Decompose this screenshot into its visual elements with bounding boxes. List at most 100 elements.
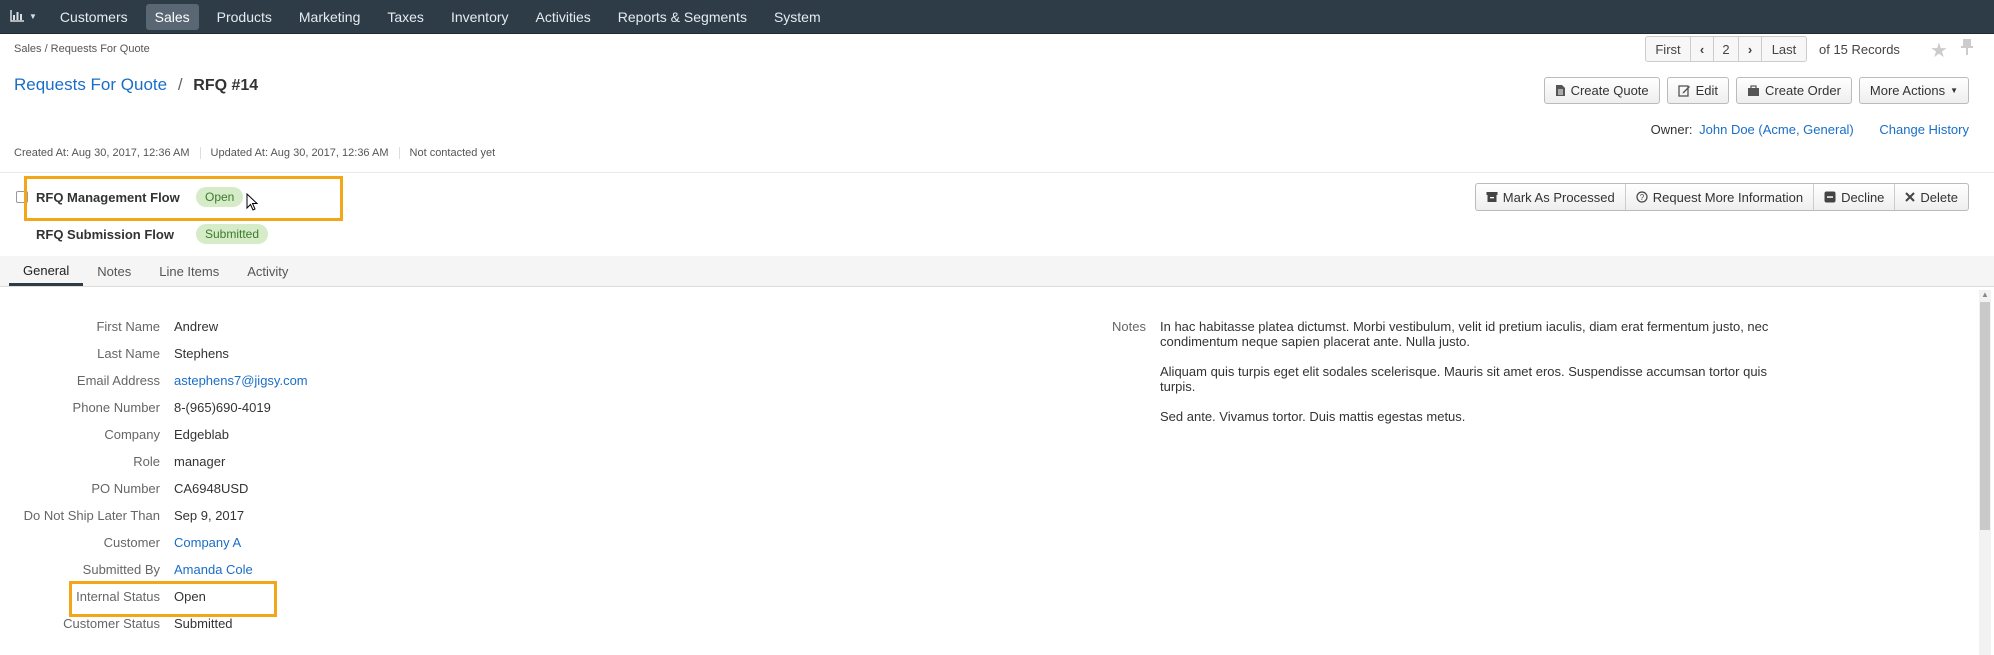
nav-marketing[interactable]: Marketing xyxy=(290,4,369,30)
workflow-actions: Mark As Processed ? Request More Informa… xyxy=(1474,183,1969,211)
create-quote-label: Create Quote xyxy=(1570,83,1649,98)
detail-label: Do Not Ship Later Than xyxy=(23,508,160,523)
email-link[interactable]: astephens7@jigsy.com xyxy=(174,373,308,388)
request-more-information-button[interactable]: ? Request More Information xyxy=(1624,184,1813,210)
minus-square-icon xyxy=(1824,191,1836,203)
notes-paragraph: In hac habitasse platea dictumst. Morbi … xyxy=(1160,319,1769,349)
highlight-box-workflow xyxy=(24,176,343,221)
title-link-rfq-list[interactable]: Requests For Quote xyxy=(14,75,167,94)
nav-reports-segments[interactable]: Reports & Segments xyxy=(609,4,756,30)
pager-total: of 15 Records xyxy=(1819,41,1900,57)
pager-first-button[interactable]: First xyxy=(1645,36,1691,62)
detail-value: Stephens xyxy=(174,346,229,361)
pager-next-button[interactable]: › xyxy=(1738,36,1762,62)
nav-inventory[interactable]: Inventory xyxy=(442,4,518,30)
pin-icon[interactable] xyxy=(1960,38,1974,59)
nav-taxes[interactable]: Taxes xyxy=(378,4,433,30)
detail-row-role: Role manager xyxy=(0,454,308,481)
svg-text:?: ? xyxy=(1640,193,1645,202)
notes-label: Notes xyxy=(1112,319,1146,334)
detail-value: 8-(965)690-4019 xyxy=(174,400,271,415)
detail-value: CA6948USD xyxy=(174,481,249,496)
created-at: Created At: Aug 30, 2017, 12:36 AM xyxy=(14,147,201,159)
detail-row-first-name: First Name Andrew xyxy=(0,319,308,346)
nav-products[interactable]: Products xyxy=(208,4,281,30)
workflow-rfq-submission: RFQ Submission Flow Submitted xyxy=(36,224,269,244)
edit-label: Edit xyxy=(1695,83,1719,98)
detail-value: Andrew xyxy=(174,319,219,334)
detail-label: Company xyxy=(104,427,160,442)
dashboard-chart-icon xyxy=(10,9,25,25)
request-more-information-label: Request More Information xyxy=(1652,189,1804,205)
tab-line-items[interactable]: Line Items xyxy=(145,264,233,286)
customer-link[interactable]: Company A xyxy=(174,535,241,550)
edit-button[interactable]: Edit xyxy=(1666,77,1730,104)
notes-body: In hac habitasse platea dictumst. Morbi … xyxy=(1160,319,1780,439)
pager-current-page[interactable]: 2 xyxy=(1713,36,1739,62)
submitted-by-link[interactable]: Amanda Cole xyxy=(174,562,253,577)
detail-value: Sep 9, 2017 xyxy=(174,508,245,523)
tab-general[interactable]: General xyxy=(9,263,84,286)
notes-paragraph: Sed ante. Vivamus tortor. Duis mattis eg… xyxy=(1160,409,1466,424)
pager-last-button[interactable]: Last xyxy=(1761,36,1807,62)
detail-value: manager xyxy=(174,454,226,469)
chevron-down-icon: ▼ xyxy=(1950,86,1958,95)
detail-value: Edgeblab xyxy=(174,427,229,442)
notes-paragraph: Aliquam quis turpis eget elit sodales sc… xyxy=(1160,364,1767,394)
detail-label: Email Address xyxy=(76,373,160,388)
chevron-left-icon: ‹ xyxy=(1699,41,1705,57)
detail-label: Submitted By xyxy=(82,562,160,577)
tab-activity[interactable]: Activity xyxy=(233,264,302,286)
scroll-up-icon[interactable]: ▲ xyxy=(1981,290,1989,299)
detail-label: Phone Number xyxy=(72,400,160,415)
page-scrollbar[interactable]: ▲ xyxy=(1979,290,1991,655)
header-divider xyxy=(0,172,1994,173)
record-meta: Created At: Aug 30, 2017, 12:36 AM Updat… xyxy=(14,147,515,159)
detail-row-email: Email Address astephens7@jigsy.com xyxy=(0,373,308,400)
star-icon[interactable]: ★ xyxy=(1930,38,1948,63)
nav-system[interactable]: System xyxy=(765,4,830,30)
chevron-right-icon: › xyxy=(1747,41,1753,57)
nav-customers[interactable]: Customers xyxy=(51,4,137,30)
create-order-label: Create Order xyxy=(1765,83,1841,98)
owner-link[interactable]: John Doe (Acme, General) xyxy=(1699,122,1854,137)
archive-icon xyxy=(1486,191,1498,203)
detail-label: Role xyxy=(133,454,160,469)
updated-at: Updated At: Aug 30, 2017, 12:36 AM xyxy=(211,147,400,159)
close-icon xyxy=(1905,192,1916,202)
detail-label: PO Number xyxy=(91,481,160,496)
workflow-name: RFQ Submission Flow xyxy=(36,226,174,242)
page-title: Requests For Quote / RFQ #14 xyxy=(14,75,258,95)
document-icon xyxy=(1555,84,1566,97)
tab-bar: General Notes Line Items Activity xyxy=(0,256,1994,287)
pencil-icon xyxy=(1677,84,1691,97)
detail-row-po-number: PO Number CA6948USD xyxy=(0,481,308,508)
decline-label: Decline xyxy=(1841,189,1885,205)
breadcrumb: Sales / Requests For Quote xyxy=(14,43,150,55)
top-navigation: ▼ Customers Sales Products Marketing Tax… xyxy=(0,0,1994,34)
title-current-record: RFQ #14 xyxy=(193,77,259,94)
create-order-button[interactable]: Create Order xyxy=(1736,77,1852,104)
title-separator: / xyxy=(177,75,183,94)
page-actions: Create Quote Edit Create Order More Acti… xyxy=(1537,77,1969,104)
tab-notes[interactable]: Notes xyxy=(83,264,145,286)
nav-activities[interactable]: Activities xyxy=(527,4,600,30)
mark-as-processed-label: Mark As Processed xyxy=(1502,189,1615,205)
contacted-status: Not contacted yet xyxy=(409,147,496,159)
more-actions-dropdown[interactable]: More Actions ▼ xyxy=(1858,77,1969,104)
scrollbar-thumb[interactable] xyxy=(1980,302,1990,530)
mark-as-processed-button[interactable]: Mark As Processed xyxy=(1476,184,1625,210)
pager-prev-button[interactable]: ‹ xyxy=(1690,36,1714,62)
delete-button[interactable]: Delete xyxy=(1894,184,1968,210)
detail-row-last-name: Last Name Stephens xyxy=(0,346,308,373)
delete-label: Delete xyxy=(1920,189,1958,205)
detail-value: Submitted xyxy=(174,616,233,631)
detail-row-phone: Phone Number 8-(965)690-4019 xyxy=(0,400,308,427)
dashboard-menu[interactable]: ▼ xyxy=(10,9,37,25)
owner-label: Owner: xyxy=(1650,122,1693,137)
nav-sales[interactable]: Sales xyxy=(145,3,199,30)
change-history-link[interactable]: Change History xyxy=(1879,122,1969,137)
record-pager: First ‹ 2 › Last of 15 Records xyxy=(1645,36,1900,62)
create-quote-button[interactable]: Create Quote xyxy=(1543,77,1660,104)
decline-button[interactable]: Decline xyxy=(1813,184,1894,210)
